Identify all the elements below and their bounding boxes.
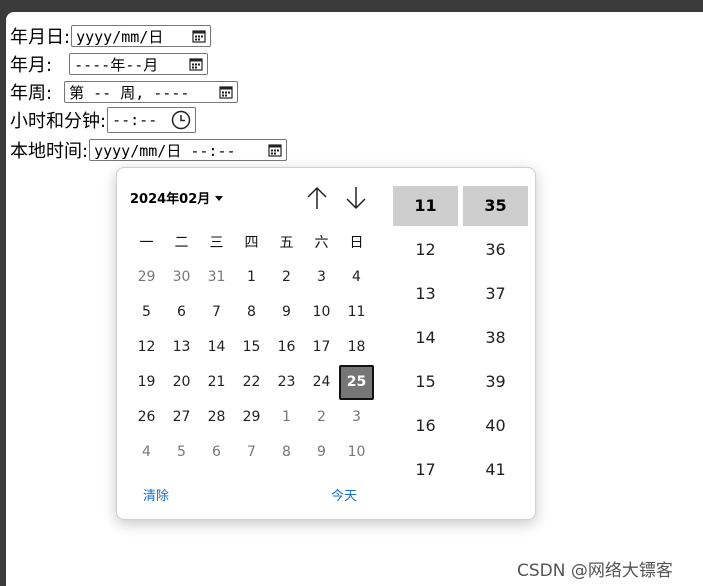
minute-cell[interactable]: 39 — [463, 362, 528, 402]
day-cell[interactable]: 2 — [269, 260, 304, 295]
time-input-value: --:-- — [112, 111, 158, 129]
week-input[interactable]: 第 -- 周, ---- — [64, 81, 239, 103]
arrow-down-icon[interactable] — [344, 185, 368, 211]
selected-day-cell[interactable]: 25 — [339, 365, 374, 400]
day-cell[interactable]: 21 — [199, 365, 234, 400]
month-year-selector[interactable]: 2024年02月 — [130, 188, 224, 207]
day-cell[interactable]: 13 — [164, 330, 199, 365]
clear-button[interactable]: 清除 — [143, 485, 169, 504]
day-cell[interactable]: 1 — [234, 260, 269, 295]
weekday-label: 六 — [314, 235, 329, 251]
day-cell[interactable]: 3 — [304, 260, 339, 295]
calendar-icon[interactable] — [189, 57, 203, 71]
time-input[interactable]: --:-- — [107, 107, 197, 133]
day-cell[interactable]: 30 — [164, 260, 199, 295]
date-row: 年月日: yyyy/mm/日 — [10, 23, 212, 49]
day-cell[interactable]: 5 — [164, 435, 199, 470]
month-year-title: 2024年02月 — [130, 192, 211, 207]
datetime-input[interactable]: yyyy/mm/日 --:-- — [89, 139, 288, 161]
day-cell[interactable]: 8 — [269, 435, 304, 470]
time-row: 小时和分钟: --:-- — [10, 107, 197, 133]
month-input[interactable]: ----年--月 — [69, 53, 209, 75]
day-cell[interactable]: 4 — [129, 435, 164, 470]
day-cell[interactable]: 9 — [269, 295, 304, 330]
day-cell[interactable]: 9 — [304, 435, 339, 470]
selected-hour-cell[interactable]: 11 — [393, 186, 458, 226]
selected-minute-cell[interactable]: 35 — [463, 186, 528, 226]
hour-cell[interactable]: 14 — [393, 318, 458, 358]
day-cell[interactable]: 3 — [339, 400, 374, 435]
day-cell[interactable]: 12 — [129, 330, 164, 365]
minute-cell[interactable]: 40 — [463, 406, 528, 446]
day-cell[interactable]: 28 — [199, 400, 234, 435]
month-input-value: ----年--月 — [74, 55, 159, 74]
weekday-label: 二 — [174, 235, 189, 251]
datetime-row: 本地时间: yyyy/mm/日 --:-- — [10, 137, 288, 163]
calendar-icon[interactable] — [268, 143, 282, 157]
day-cell[interactable]: 29 — [234, 400, 269, 435]
day-cell[interactable]: 18 — [339, 330, 374, 365]
day-cell[interactable]: 7 — [199, 295, 234, 330]
day-cell[interactable]: 1 — [269, 400, 304, 435]
week-label: 年周: — [10, 83, 53, 104]
weekday-label: 三 — [209, 235, 224, 251]
day-cell[interactable]: 15 — [234, 330, 269, 365]
weekday-label: 日 — [349, 235, 364, 251]
time-label: 小时和分钟: — [10, 111, 107, 132]
day-cell[interactable]: 27 — [164, 400, 199, 435]
clock-icon[interactable] — [171, 110, 191, 130]
weekday-label: 五 — [279, 235, 294, 251]
hour-cell[interactable]: 15 — [393, 362, 458, 402]
hour-cell[interactable]: 16 — [393, 406, 458, 446]
day-cell[interactable]: 17 — [304, 330, 339, 365]
minute-cell[interactable]: 37 — [463, 274, 528, 314]
date-input[interactable]: yyyy/mm/日 — [71, 25, 212, 47]
month-row: 年月: ----年--月 — [10, 51, 209, 77]
datetime-label: 本地时间: — [10, 141, 89, 162]
day-cell[interactable]: 4 — [339, 260, 374, 295]
day-cell[interactable]: 31 — [199, 260, 234, 295]
weekday-label: 四 — [244, 235, 259, 251]
day-cell[interactable]: 26 — [129, 400, 164, 435]
day-cell[interactable]: 19 — [129, 365, 164, 400]
day-cell[interactable]: 6 — [164, 295, 199, 330]
day-cell[interactable]: 14 — [199, 330, 234, 365]
day-cell[interactable]: 2 — [304, 400, 339, 435]
month-label: 年月: — [10, 55, 53, 76]
week-row: 年周: 第 -- 周, ---- — [10, 79, 239, 105]
day-cell[interactable]: 8 — [234, 295, 269, 330]
calendar-icon[interactable] — [219, 85, 233, 99]
caret-down-icon — [215, 195, 224, 201]
weekday-label: 一 — [139, 235, 154, 251]
minute-cell[interactable]: 36 — [463, 230, 528, 270]
day-cell[interactable]: 29 — [129, 260, 164, 295]
day-cell[interactable]: 22 — [234, 365, 269, 400]
datetime-picker-popup: 2024年02月 一二三四五六日 29 30 31 1 2 3 4 5 6 7 8 9 10 11 12 13… — [116, 167, 536, 520]
week-input-value: 第 -- 周, ---- — [69, 83, 190, 102]
minute-cell[interactable]: 38 — [463, 318, 528, 358]
hour-cell[interactable]: 13 — [393, 274, 458, 314]
date-label: 年月日: — [10, 27, 71, 48]
watermark: CSDN @网络大镖客 — [517, 561, 673, 581]
day-cell[interactable]: 7 — [234, 435, 269, 470]
day-cell[interactable]: 23 — [269, 365, 304, 400]
date-input-value: yyyy/mm/日 — [76, 27, 164, 46]
arrow-up-icon[interactable] — [305, 185, 329, 211]
hour-cell[interactable]: 12 — [393, 230, 458, 270]
today-button[interactable]: 今天 — [331, 485, 357, 504]
minute-cell[interactable]: 41 — [463, 450, 528, 490]
datetime-input-value: yyyy/mm/日 --:-- — [94, 141, 236, 160]
day-cell[interactable]: 11 — [339, 295, 374, 330]
day-cell[interactable]: 6 — [199, 435, 234, 470]
day-cell[interactable]: 20 — [164, 365, 199, 400]
day-cell[interactable]: 10 — [304, 295, 339, 330]
day-cell[interactable]: 5 — [129, 295, 164, 330]
day-cell[interactable]: 10 — [339, 435, 374, 470]
day-cell[interactable]: 16 — [269, 330, 304, 365]
day-cell[interactable]: 24 — [304, 365, 339, 400]
hour-cell[interactable]: 17 — [393, 450, 458, 490]
calendar-icon[interactable] — [192, 29, 206, 43]
